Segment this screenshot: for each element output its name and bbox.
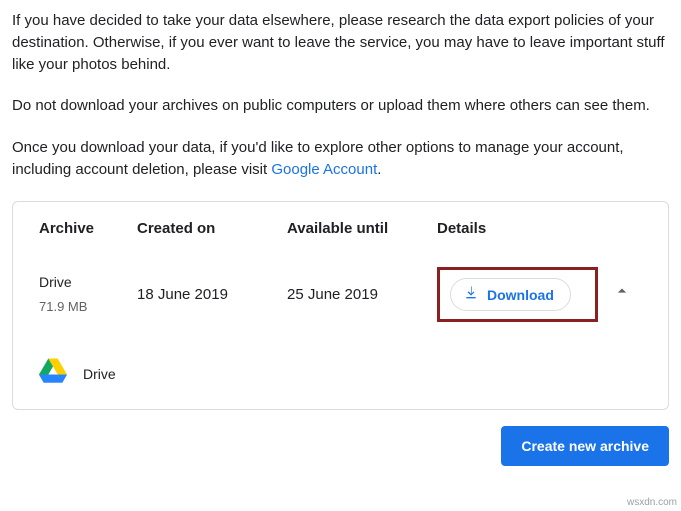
watermark: wsxdn.com <box>627 496 677 511</box>
drive-icon <box>39 358 67 391</box>
archives-card: Archive Created on Available until Detai… <box>12 201 669 411</box>
header-available: Available until <box>287 218 437 240</box>
chevron-up-icon[interactable] <box>612 281 632 308</box>
archive-size: 71.9 MB <box>39 298 137 317</box>
header-details: Details <box>437 218 602 240</box>
download-button[interactable]: Download <box>450 278 571 311</box>
create-new-archive-button[interactable]: Create new archive <box>501 426 669 466</box>
table-header-row: Archive Created on Available until Detai… <box>39 218 642 240</box>
intro-paragraph-1: If you have decided to take your data el… <box>12 10 669 75</box>
download-icon <box>463 285 479 304</box>
header-archive: Archive <box>39 218 137 240</box>
actions-row: Create new archive <box>12 426 669 466</box>
download-label: Download <box>487 287 554 303</box>
google-account-link[interactable]: Google Account <box>271 161 377 178</box>
archive-created: 18 June 2019 <box>137 284 287 306</box>
download-highlight: Download <box>437 267 598 322</box>
intro-paragraph-3: Once you download your data, if you'd li… <box>12 137 669 181</box>
expanded-service-name: Drive <box>83 364 116 384</box>
expanded-service-row: Drive <box>39 358 642 391</box>
header-created: Created on <box>137 218 287 240</box>
archive-name: Drive <box>39 272 137 292</box>
intro-paragraph-2: Do not download your archives on public … <box>12 95 669 117</box>
intro-paragraph-3-post: . <box>377 161 381 178</box>
archive-available: 25 June 2019 <box>287 284 437 306</box>
table-row: Drive 71.9 MB 18 June 2019 25 June 2019 … <box>39 257 642 332</box>
